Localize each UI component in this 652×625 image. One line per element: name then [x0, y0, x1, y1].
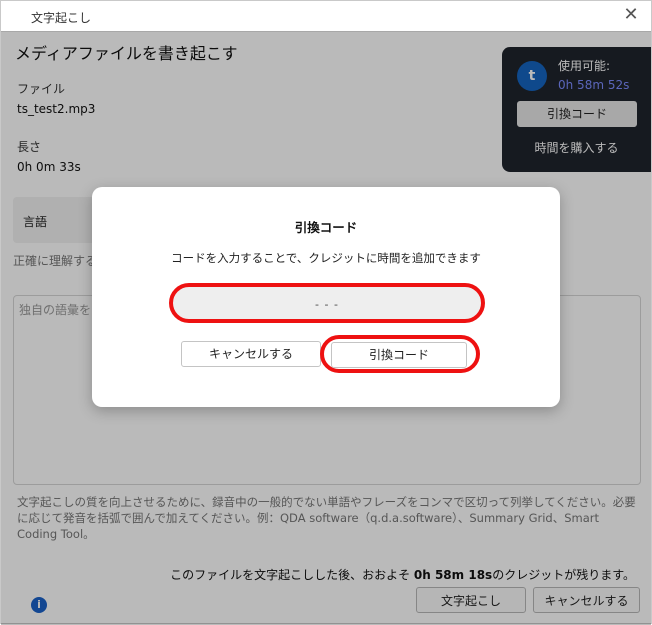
- title-bar: 文字起こし ✕: [1, 1, 651, 32]
- dialog-description: コードを入力することで、クレジットに時間を追加できます: [171, 251, 481, 265]
- close-icon[interactable]: ✕: [621, 5, 641, 25]
- redeem-code-value: - - -: [315, 298, 339, 311]
- redeem-code-dialog: 引換コード コードを入力することで、クレジットに時間を追加できます - - - …: [92, 187, 560, 407]
- transcription-window: 文字起こし ✕ メディアファイルを書き起こす ファイル ts_test2.mp3…: [0, 0, 652, 625]
- redeem-button-highlight: 引換コード: [320, 335, 480, 373]
- redeem-code-input[interactable]: - - -: [169, 283, 485, 323]
- dialog-cancel-button[interactable]: キャンセルする: [181, 341, 321, 367]
- dialog-title: 引換コード: [294, 220, 358, 235]
- window-title: 文字起こし: [31, 11, 92, 25]
- dialog-redeem-button[interactable]: 引換コード: [331, 342, 467, 368]
